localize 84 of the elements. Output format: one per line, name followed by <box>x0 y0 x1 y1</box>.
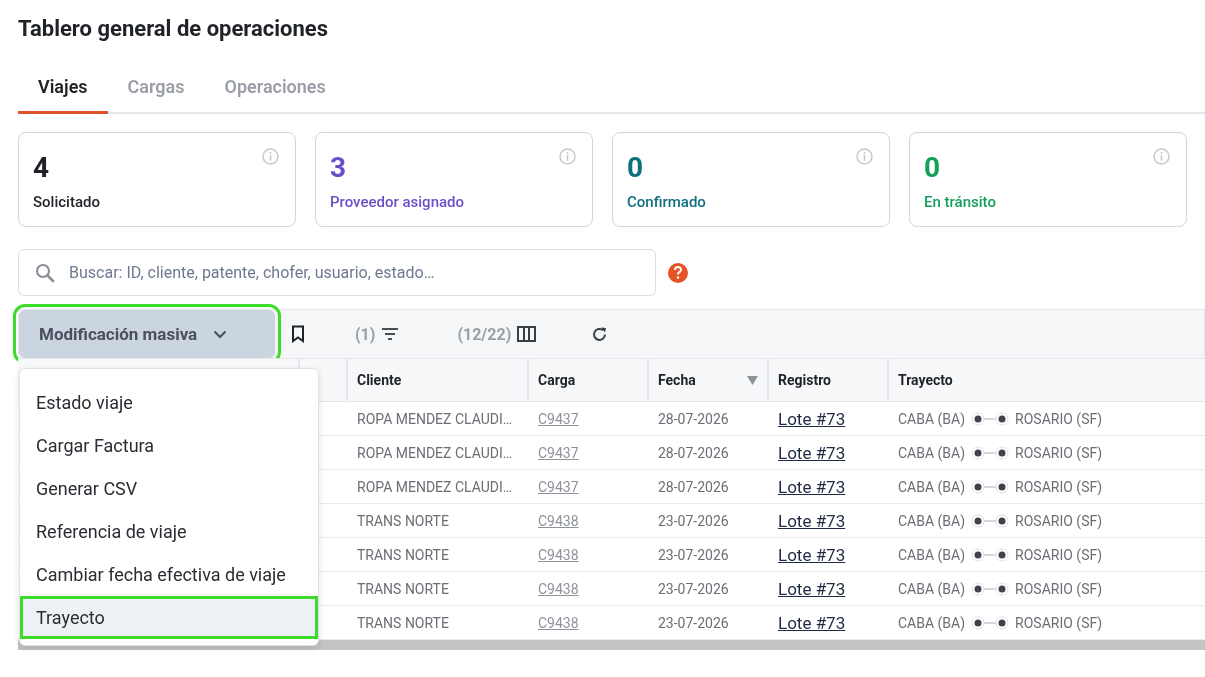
route-icon <box>971 581 1010 596</box>
client-cell: TRANS NORTE <box>348 504 529 538</box>
sort-descending-icon[interactable] <box>747 375 758 385</box>
column-header[interactable]: Registro <box>769 358 889 402</box>
status-label: Proveedor asignado <box>330 193 465 211</box>
client-cell: ROPA MENDEZ CLAUDI… <box>348 436 529 470</box>
column-header[interactable]: Carga <box>529 358 649 402</box>
column-header[interactable]: Trayecto <box>889 358 1205 402</box>
destination-text: ROSARIO (SF) <box>1015 546 1103 563</box>
destination-text: ROSARIO (SF) <box>1015 512 1103 529</box>
filter-icon[interactable] <box>381 327 400 341</box>
help-icon[interactable] <box>668 262 688 283</box>
column-title: Cliente <box>357 372 402 388</box>
batch-link[interactable]: Lote #73 <box>778 578 846 599</box>
search-icon <box>35 262 55 283</box>
status-count: 3 <box>330 151 347 185</box>
status-count: 0 <box>924 151 941 185</box>
route-icon <box>971 513 1010 528</box>
date-cell: 28-07-2026 <box>649 436 769 470</box>
origin-text: CABA (BA) <box>898 546 966 563</box>
status-card[interactable]: 0 Confirmado <box>612 132 890 227</box>
menu-item[interactable]: Cargar Factura <box>20 424 318 467</box>
bookmark-icon[interactable] <box>291 325 305 343</box>
route-icon <box>971 615 1010 630</box>
menu-item[interactable]: Trayecto <box>20 596 318 639</box>
page-title: Tablero general de operaciones <box>18 15 329 43</box>
destination-text: ROSARIO (SF) <box>1015 580 1103 597</box>
batch-link[interactable]: Lote #73 <box>778 408 846 429</box>
status-label: En tránsito <box>924 193 996 211</box>
status-count: 4 <box>33 151 50 185</box>
menu-item[interactable]: Cambiar fecha efectiva de viaje <box>20 553 318 596</box>
date-cell: 23-07-2026 <box>649 504 769 538</box>
info-icon[interactable] <box>559 148 576 165</box>
batch-link[interactable]: Lote #73 <box>778 612 846 633</box>
columns-icon[interactable] <box>517 326 537 342</box>
status-label: Confirmado <box>627 193 706 211</box>
batch-link[interactable]: Lote #73 <box>778 544 846 565</box>
refresh-icon[interactable] <box>591 325 609 343</box>
origin-text: CABA (BA) <box>898 478 966 495</box>
column-title: Trayecto <box>898 372 953 388</box>
origin-text: CABA (BA) <box>898 444 966 461</box>
chevron-down-icon <box>213 329 228 339</box>
client-cell: ROPA MENDEZ CLAUDI… <box>348 470 529 504</box>
destination-text: ROSARIO (SF) <box>1015 444 1103 461</box>
date-cell: 28-07-2026 <box>649 470 769 504</box>
date-cell: 28-07-2026 <box>649 402 769 436</box>
route-icon <box>971 411 1010 426</box>
tab[interactable]: Viajes <box>18 70 108 114</box>
column-header[interactable]: Cliente <box>348 358 529 402</box>
origin-text: CABA (BA) <box>898 410 966 427</box>
search-field[interactable]: Buscar: ID, cliente, patente, chofer, usuario, estado… <box>18 249 656 296</box>
status-card[interactable]: 4 Solicitado <box>18 132 296 227</box>
menu-item[interactable]: Estado viaje <box>20 381 318 424</box>
client-cell: ROPA MENDEZ CLAUDI… <box>348 402 529 436</box>
filter-count: (1) <box>355 324 376 344</box>
client-cell: TRANS NORTE <box>348 538 529 572</box>
status-card[interactable]: 3 Proveedor asignado <box>315 132 593 227</box>
info-icon[interactable] <box>1153 148 1170 165</box>
column-title: Fecha <box>658 372 696 388</box>
date-cell: 23-07-2026 <box>649 538 769 572</box>
batch-link[interactable]: Lote #73 <box>778 476 846 497</box>
origin-text: CABA (BA) <box>898 512 966 529</box>
destination-text: ROSARIO (SF) <box>1015 614 1103 631</box>
status-count: 0 <box>627 151 644 185</box>
route-icon <box>971 547 1010 562</box>
batch-link[interactable]: Lote #73 <box>778 510 846 531</box>
column-header[interactable]: Fecha <box>649 358 769 402</box>
destination-text: ROSARIO (SF) <box>1015 410 1103 427</box>
route-icon <box>971 479 1010 494</box>
status-label: Solicitado <box>33 193 100 211</box>
columns-count: (12/22) <box>457 324 512 344</box>
info-icon[interactable] <box>262 148 279 165</box>
menu-item[interactable]: Referencia de viaje <box>20 510 318 553</box>
column-title: Carga <box>538 372 576 388</box>
origin-text: CABA (BA) <box>898 580 966 597</box>
client-cell: TRANS NORTE <box>348 572 529 606</box>
route-icon <box>971 445 1010 460</box>
origin-text: CABA (BA) <box>898 614 966 631</box>
column-title: Registro <box>778 372 831 388</box>
info-icon[interactable] <box>856 148 873 165</box>
menu-item[interactable]: Generar CSV <box>20 467 318 510</box>
date-cell: 23-07-2026 <box>649 572 769 606</box>
batch-link[interactable]: Lote #73 <box>778 442 846 463</box>
destination-text: ROSARIO (SF) <box>1015 478 1103 495</box>
